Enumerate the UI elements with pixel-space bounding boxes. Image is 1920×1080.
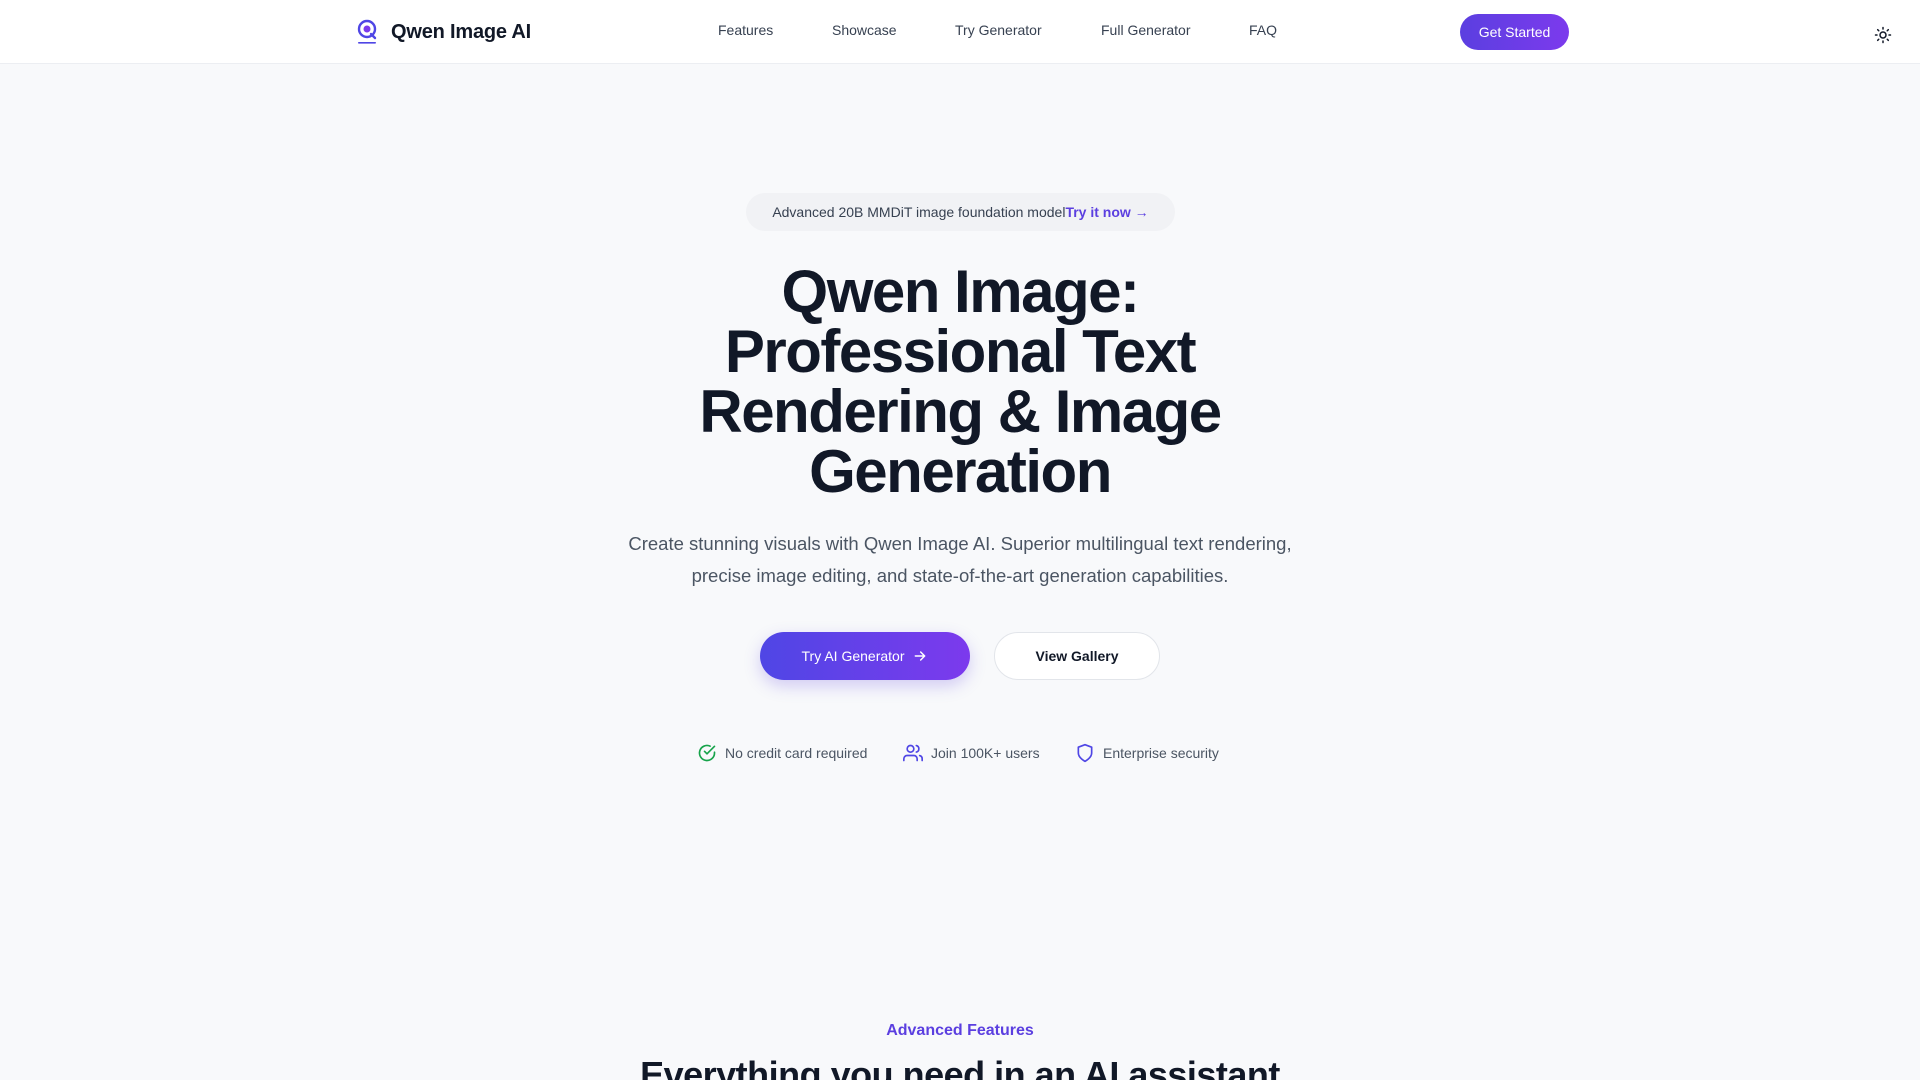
hero-title-line: Generation [809, 438, 1112, 505]
nav-link-faq[interactable]: FAQ [1249, 22, 1277, 38]
hero-subtitle-line: Create stunning visuals with Qwen Image … [628, 533, 1292, 554]
badge-text: Advanced 20B MMDiT image foundation mode… [772, 204, 1066, 220]
arrow-right-icon [915, 651, 926, 661]
trust-item-enterprise-security: Enterprise security [1075, 743, 1219, 763]
get-started-button[interactable]: Get Started [1460, 14, 1569, 50]
trust-item-label: Enterprise security [1103, 745, 1219, 761]
nav-link-features[interactable]: Features [718, 22, 773, 38]
hero-title-line: Qwen Image: [781, 258, 1140, 325]
features-title: Everything you need in an AI assistant [640, 1054, 1280, 1080]
hero-title-line: Rendering & Image [699, 378, 1222, 445]
hero-subtitle: Create stunning visuals with Qwen Image … [610, 528, 1310, 592]
nav-link-showcase[interactable]: Showcase [832, 22, 897, 38]
announcement-badge: Advanced 20B MMDiT image foundation mode… [746, 193, 1175, 231]
hero-title-line: Professional Text [724, 318, 1197, 385]
users-icon [903, 744, 923, 762]
trust-item-label: No credit card required [725, 745, 868, 761]
view-gallery-button[interactable]: View Gallery [994, 632, 1160, 680]
features-eyebrow: Advanced Features [886, 1022, 1034, 1039]
top-navbar: Qwen Image AI Features Showcase Try Gene… [0, 0, 1920, 64]
try-ai-generator-button[interactable]: Try AI Generator [760, 632, 970, 680]
trust-indicators: No credit card required Join 100K+ users… [0, 743, 1920, 765]
shield-icon [1077, 743, 1093, 763]
badge-try-now-link[interactable]: Try it now → [1065, 204, 1148, 220]
trust-item-no-credit-card: No credit card required [697, 743, 867, 763]
trust-item-users: Join 100K+ users [903, 743, 1040, 763]
nav-link-try-generator[interactable]: Try Generator [955, 22, 1042, 38]
nav-link-full-generator[interactable]: Full Generator [1101, 22, 1190, 38]
theme-toggle-button[interactable] [1874, 26, 1892, 44]
main-nav: Features Showcase Try Generator Full Gen… [0, 0, 1920, 64]
trust-item-label: Join 100K+ users [931, 745, 1040, 761]
hero-subtitle-line: precise image editing, and state-of-the-… [691, 565, 1229, 586]
hero-title: Qwen Image: Professional Text Rendering … [660, 262, 1260, 502]
sun-icon [1874, 26, 1892, 44]
check-circle-icon [698, 744, 716, 762]
try-ai-generator-label: Try AI Generator [801, 648, 905, 664]
